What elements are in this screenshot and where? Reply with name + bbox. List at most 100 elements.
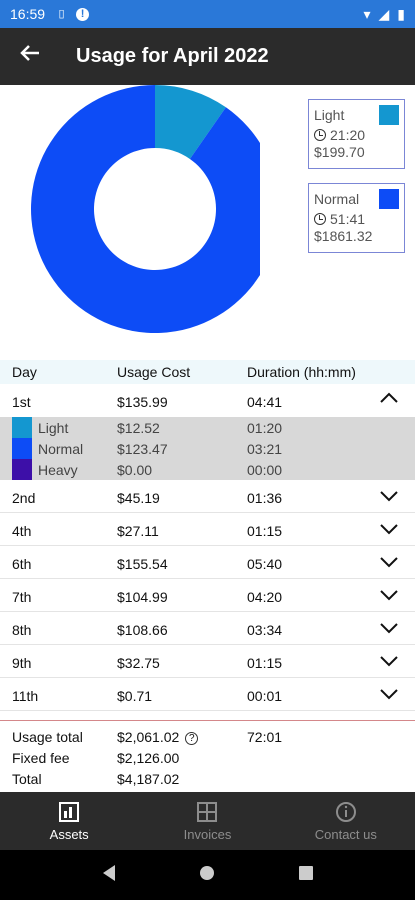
- table-row[interactable]: 7th $104.99 04:20: [0, 579, 415, 612]
- table-rows: 2nd $45.19 01:36 4th $27.11 01:15 6th $155.54 05…: [0, 480, 415, 711]
- row-day: 9th: [12, 655, 32, 671]
- pie-slice-normal[interactable]: [30, 85, 279, 333]
- row-cost: $32.75: [117, 655, 160, 671]
- normal-swatch: [12, 438, 32, 459]
- battery-icon: ▮: [397, 5, 405, 22]
- legend-normal[interactable]: Normal 51:41 $1861.32: [308, 183, 405, 253]
- row-duration: 05:40: [247, 556, 283, 572]
- row-cost: $0.71: [117, 688, 153, 704]
- nav-contact-label: Contact us: [314, 826, 377, 842]
- total-row: Total $4,187.02: [0, 766, 415, 787]
- system-nav-bar: [0, 850, 415, 900]
- usage-chart: Light 21:20 $199.70 Normal 51:41 $1861.3…: [0, 85, 415, 357]
- donut-chart: [30, 85, 279, 333]
- info-circle-icon: [335, 801, 356, 822]
- light-swatch: [12, 417, 32, 438]
- bottom-nav: Assets Invoices Contact us: [0, 792, 415, 850]
- chevron-up-icon[interactable]: [379, 388, 399, 408]
- chevron-down-icon[interactable]: [379, 519, 399, 539]
- table-row-expanded[interactable]: 1st $135.99 04:41: [0, 384, 415, 417]
- chevron-down-icon[interactable]: [379, 585, 399, 605]
- breakdown-duration: 01:20: [247, 420, 283, 436]
- table-row[interactable]: 9th $32.75 01:15: [0, 645, 415, 678]
- chevron-down-icon[interactable]: [379, 684, 399, 704]
- breakdown-duration: 03:21: [247, 441, 283, 457]
- row-day: 6th: [12, 556, 32, 572]
- header-duration: Duration (hh:mm): [247, 364, 356, 380]
- row-cost: $155.54: [117, 556, 168, 572]
- app-bar: Usage for April 2022: [0, 28, 415, 85]
- status-bar: 16:59 ▯ ! ▾ ◢ ▮: [0, 0, 415, 28]
- totals-section: Usage total $2,061.02? 72:01 Fixed fee $…: [0, 720, 415, 787]
- nav-assets[interactable]: Assets: [0, 792, 138, 850]
- nav-invoices[interactable]: Invoices: [138, 792, 276, 850]
- table-row[interactable]: 6th $155.54 05:40: [0, 546, 415, 579]
- chevron-down-icon[interactable]: [379, 552, 399, 572]
- row-duration: 01:36: [247, 490, 283, 506]
- breakdown-row-light: Light $12.52 01:20: [0, 417, 415, 438]
- row-cost: $135.99: [117, 394, 168, 410]
- row-duration: 00:01: [247, 688, 283, 704]
- breakdown-row-heavy: Heavy $0.00 00:00: [0, 459, 415, 480]
- row-day: 4th: [12, 523, 32, 539]
- total-cost: $4,187.02: [117, 771, 180, 787]
- header-cost: Usage Cost: [117, 364, 191, 380]
- row-duration: 01:15: [247, 655, 283, 671]
- clock-icon: [314, 213, 326, 225]
- row-duration: 04:41: [247, 394, 283, 410]
- chevron-down-icon[interactable]: [379, 618, 399, 638]
- legend-normal-swatch: [379, 189, 399, 209]
- legend-normal-cost: $1861.32: [314, 228, 373, 244]
- breakdown-duration: 00:00: [247, 462, 283, 478]
- breakdown-name: Light: [38, 420, 69, 436]
- legend-light-duration: 21:20: [330, 127, 366, 143]
- header-day: Day: [12, 364, 37, 380]
- table-row[interactable]: 11th $0.71 00:01: [0, 678, 415, 711]
- back-nav-icon[interactable]: [101, 864, 117, 887]
- row-day: 7th: [12, 589, 32, 605]
- legend-light-cost: $199.70: [314, 144, 365, 160]
- row-day: 8th: [12, 622, 32, 638]
- breakdown-cost: $0.00: [117, 462, 153, 478]
- table-header: Day Usage Cost Duration (hh:mm): [0, 360, 415, 384]
- breakdown-cost: $123.47: [117, 441, 168, 457]
- page-title: Usage for April 2022: [76, 45, 269, 67]
- table-row[interactable]: 2nd $45.19 01:36: [0, 480, 415, 513]
- help-icon[interactable]: ?: [185, 732, 199, 745]
- breakdown-cost: $12.52: [117, 420, 160, 436]
- fixed-fee-label: Fixed fee: [12, 750, 70, 766]
- usage-total-duration: 72:01: [247, 729, 283, 745]
- invoices-icon: [197, 801, 218, 822]
- nav-invoices-label: Invoices: [183, 826, 232, 842]
- heavy-swatch: [12, 459, 32, 480]
- row-day: 1st: [12, 394, 31, 410]
- usage-total-cost: $2,061.02: [117, 729, 180, 745]
- chevron-down-icon[interactable]: [379, 651, 399, 671]
- home-nav-icon[interactable]: [199, 865, 215, 886]
- usage-table: Day Usage Cost Duration (hh:mm) 1st $135…: [0, 360, 415, 711]
- row-cost: $104.99: [117, 589, 168, 605]
- fixed-fee-row: Fixed fee $2,126.00: [0, 745, 415, 766]
- table-row[interactable]: 8th $108.66 03:34: [0, 612, 415, 645]
- back-arrow-icon[interactable]: [0, 42, 60, 71]
- table-row[interactable]: 4th $27.11 01:15: [0, 513, 415, 546]
- chevron-down-icon[interactable]: [379, 486, 399, 506]
- row-duration: 01:15: [247, 523, 283, 539]
- legend-light[interactable]: Light 21:20 $199.70: [308, 99, 405, 169]
- nav-contact[interactable]: Contact us: [277, 792, 415, 850]
- row-cost: $45.19: [117, 490, 160, 506]
- status-time: 16:59: [10, 6, 46, 22]
- breakdown-name: Heavy: [38, 462, 78, 478]
- recents-nav-icon[interactable]: [298, 865, 314, 886]
- fixed-fee-cost: $2,126.00: [117, 750, 180, 766]
- row-day: 2nd: [12, 490, 36, 506]
- info-icon: !: [76, 7, 90, 21]
- legend-light-swatch: [379, 105, 399, 125]
- assets-icon: [59, 801, 80, 822]
- breakdown-name: Normal: [38, 441, 84, 457]
- row-day: 11th: [12, 688, 39, 704]
- sim-icon: ▯: [58, 7, 65, 20]
- row-duration: 03:34: [247, 622, 283, 638]
- row-duration: 04:20: [247, 589, 283, 605]
- row-cost: $108.66: [117, 622, 168, 638]
